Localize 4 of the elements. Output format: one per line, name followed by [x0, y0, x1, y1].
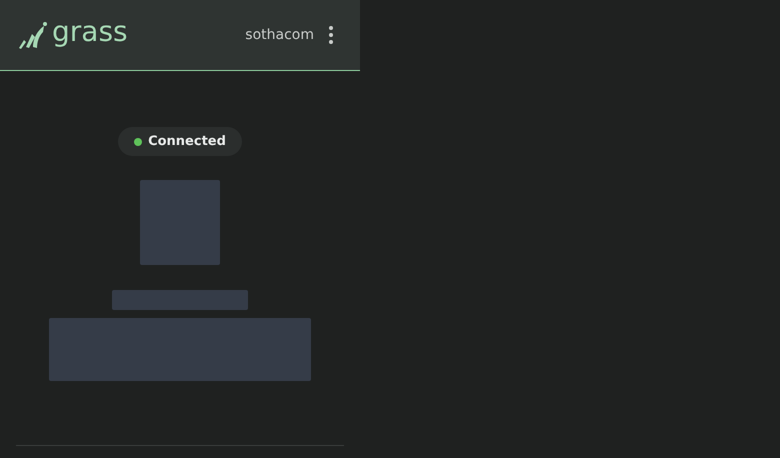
logo-icon — [18, 20, 48, 50]
logo-text: grass — [52, 18, 128, 46]
status-label: Connected — [148, 132, 226, 151]
username: sothacom — [245, 26, 314, 44]
